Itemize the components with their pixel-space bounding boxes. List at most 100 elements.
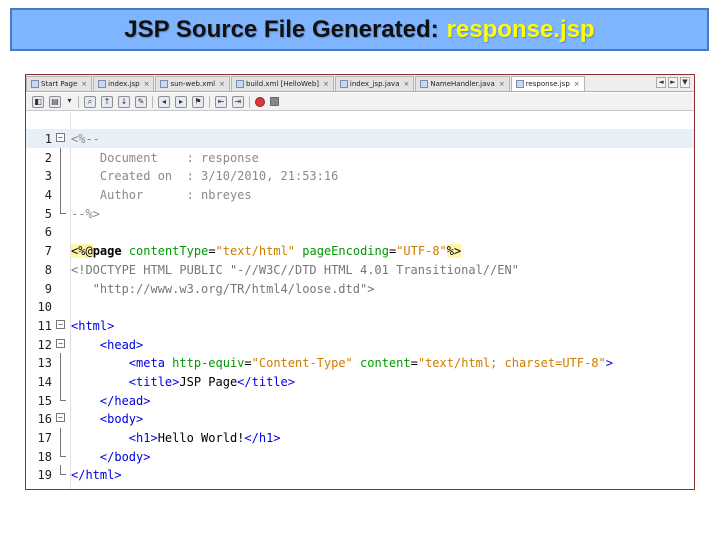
code-line[interactable]: 1− <%-- [26, 129, 694, 148]
code-text: <html> [71, 319, 114, 333]
code-token: </body> [99, 449, 151, 464]
find-prev-icon[interactable]: ↑ [101, 95, 113, 108]
toolbar-separator [209, 95, 210, 108]
code-token: content [360, 356, 411, 371]
code-line[interactable]: 6 [26, 222, 694, 241]
scroll-tabs-left-icon[interactable]: ◄ [656, 77, 666, 88]
dropdown-icon[interactable]: ▾ [66, 96, 73, 108]
toolbar-separator [152, 95, 153, 108]
file-icon [98, 80, 107, 88]
find-next-icon[interactable]: ↓ [118, 95, 130, 108]
close-tab-icon[interactable]: × [574, 80, 580, 88]
collapse-fold-icon[interactable]: − [56, 338, 65, 348]
stop-macro-icon[interactable] [270, 97, 279, 106]
code-line[interactable]: 16− <body> [26, 409, 694, 428]
editor-tab-label: build.xml [HelloWeb] [245, 80, 320, 88]
line-number: 9 [44, 281, 52, 296]
file-icon [160, 80, 169, 88]
editor-tab[interactable]: index_jsp.java × [334, 76, 415, 91]
editor-tab[interactable]: Start Page × [26, 76, 93, 91]
code-line[interactable]: 11− <html> [26, 316, 694, 335]
code-line[interactable]: 8 <!DOCTYPE HTML PUBLIC "-//W3C//DTD HTML… [26, 260, 694, 279]
line-number: 2 [44, 150, 52, 165]
line-number: 8 [44, 262, 52, 277]
close-tab-icon[interactable]: × [403, 80, 409, 88]
code-token: <title> [128, 374, 180, 389]
slide-title-banner: JSP Source File Generated: response.jsp [10, 8, 709, 51]
code-line[interactable]: 5 --%> [26, 203, 694, 223]
editor-tab[interactable]: build.xml [HelloWeb] × [230, 76, 334, 91]
find-icon[interactable]: ⌕ [84, 95, 96, 108]
code-token: = [410, 356, 418, 371]
collapse-fold-icon[interactable]: − [56, 319, 65, 329]
code-line[interactable]: 17 <h1>Hello World!</h1> [26, 428, 694, 447]
code-line[interactable]: 14 <title>JSP Page</title> [26, 371, 694, 391]
code-line[interactable]: 12− <head> [26, 335, 694, 354]
editor-tab[interactable]: sun-web.xml × [155, 76, 230, 91]
code-token: http-equiv [172, 356, 245, 371]
line-number: 4 [44, 188, 52, 203]
toggle-bookmark-icon[interactable]: ⚑ [192, 95, 204, 108]
editor-tab-label: index_jsp.java [349, 80, 400, 88]
line-number: 16 [37, 412, 52, 427]
code-text: "http://www.w3.org/TR/html4/loose.dtd"> [71, 281, 375, 296]
start-macro-icon[interactable] [255, 96, 265, 107]
toolbar-separator [78, 95, 79, 108]
file-icon [339, 80, 348, 88]
code-line[interactable]: 18 </body> [26, 446, 694, 466]
close-tab-icon[interactable]: × [323, 80, 329, 88]
close-tab-icon[interactable]: × [144, 80, 150, 88]
code-token: "text/html" [215, 244, 296, 259]
editor-tab-label: sun-web.xml [170, 80, 216, 88]
show-opened-documents-icon[interactable]: ▼ [680, 77, 690, 88]
code-line[interactable]: 19 </html> [26, 465, 694, 484]
code-text: Document : response [71, 151, 259, 165]
close-tab-icon[interactable]: × [81, 80, 87, 88]
code-token: pageEncoding [302, 244, 389, 259]
scroll-tabs-right-icon[interactable]: ► [668, 77, 678, 88]
collapse-fold-icon[interactable]: − [56, 413, 65, 423]
fold-end-marker [60, 455, 66, 457]
close-tab-icon[interactable]: × [219, 80, 225, 88]
prev-bookmark-icon[interactable]: ◂ [158, 95, 170, 108]
editor-tab[interactable]: response.jsp × [510, 76, 585, 91]
history-icon[interactable]: ▤ [49, 95, 61, 108]
fold-guide [60, 428, 61, 447]
editor-tab[interactable]: NameHandler.java × [415, 76, 510, 91]
line-number: 13 [37, 356, 52, 371]
collapse-fold-icon[interactable]: − [56, 133, 65, 142]
code-token: <html> [71, 318, 115, 333]
shift-right-icon[interactable]: ⇥ [232, 95, 244, 108]
editor-tab[interactable]: index.jsp × [93, 76, 155, 91]
code-editor[interactable]: 1− <%-- 2 Document : response 3 Created on … [26, 129, 694, 484]
code-line[interactable]: 15 </head> [26, 390, 694, 410]
toggle-source-icon[interactable]: ◧ [32, 95, 44, 108]
code-line[interactable]: 4 Author : nbreyes [26, 185, 694, 204]
next-bookmark-icon[interactable]: ▸ [175, 95, 187, 108]
code-text: <meta http-equiv="Content-Type" content=… [71, 356, 613, 370]
code-line[interactable]: 2 Document : response [26, 147, 694, 167]
shift-left-icon[interactable]: ⇤ [215, 95, 227, 108]
close-tab-icon[interactable]: × [499, 80, 505, 88]
code-line[interactable]: 3 Created on : 3/10/2010, 21:53:16 [26, 166, 694, 186]
code-token: </h1> [244, 431, 281, 445]
code-line[interactable]: 10 [26, 297, 694, 316]
code-token: "http://www.w3.org/TR/html4/loose.dtd"> [71, 281, 375, 296]
code-token: <!DOCTYPE HTML PUBLIC "-//W3C//DTD HTML … [71, 262, 519, 277]
fold-end-marker [60, 399, 66, 401]
editor-tab-label: index.jsp [108, 80, 140, 88]
code-text: </html> [71, 468, 122, 482]
line-number: 6 [44, 225, 52, 240]
toggle-highlight-icon[interactable]: ✎ [135, 95, 147, 108]
code-token: --%> [71, 206, 100, 221]
code-line[interactable]: 7 <%@page contentType="text/html" pageEnc… [26, 241, 694, 260]
fold-guide [60, 185, 61, 204]
code-line[interactable]: 13 <meta http-equiv="Content-Type" conte… [26, 353, 694, 372]
code-line[interactable]: 9 "http://www.w3.org/TR/html4/loose.dtd"… [26, 279, 694, 298]
